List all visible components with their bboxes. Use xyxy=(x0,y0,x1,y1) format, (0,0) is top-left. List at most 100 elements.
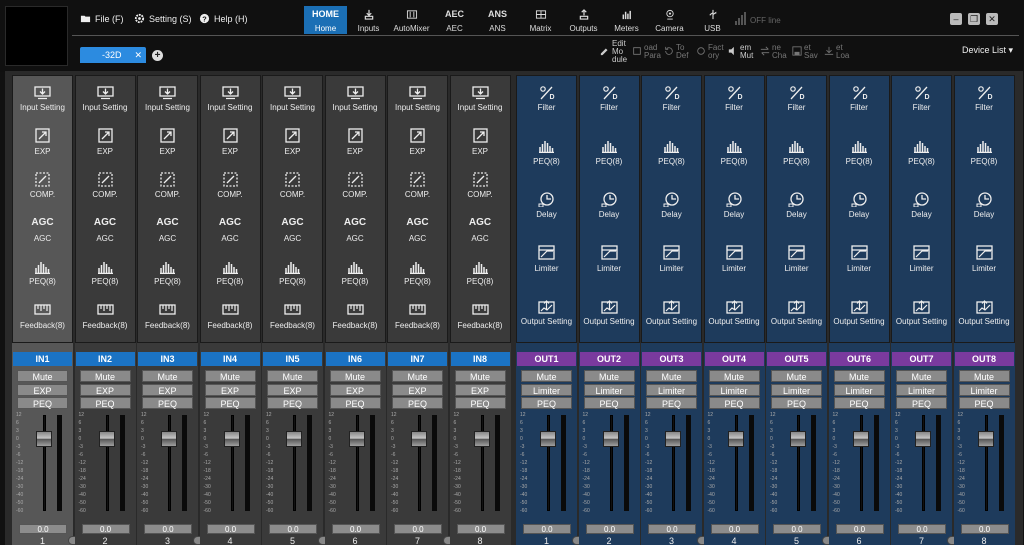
expbutton[interactable]: EXP xyxy=(138,128,197,156)
menu-setting[interactable]: Setting (S) xyxy=(134,13,192,24)
expbutton[interactable]: EXP xyxy=(13,128,72,156)
fader-track[interactable] xyxy=(547,415,550,511)
fader[interactable]: 12 6 3 0 -3 -6 -12 -18 -24 -30 -40 -50 -60 xyxy=(517,409,576,521)
limiterbutton[interactable]: Limiter xyxy=(517,245,576,273)
channel-name[interactable]: IN5 xyxy=(263,352,322,366)
channel-name[interactable]: OUT8 xyxy=(954,352,1014,366)
fader-knob[interactable] xyxy=(223,431,240,447)
exp-toggle[interactable]: EXP xyxy=(142,383,193,396)
mute-toggle[interactable]: Mute xyxy=(392,370,443,382)
nav-matrix-button[interactable]: Matrix xyxy=(519,6,562,34)
peq-toggle[interactable]: PEQ xyxy=(267,397,318,409)
channel-name[interactable]: IN6 xyxy=(325,352,385,366)
comp-button[interactable]: COMP. xyxy=(76,171,135,199)
channel-name[interactable]: OUT5 xyxy=(767,352,826,366)
fader-track[interactable] xyxy=(418,415,421,511)
toolbar-button-1[interactable]: Edit Mo dule xyxy=(600,38,632,66)
expbutton[interactable]: EXP xyxy=(76,128,135,156)
minimize-button[interactable]: – xyxy=(950,13,962,25)
fader-track[interactable] xyxy=(859,415,863,511)
toolbar-button-3[interactable]: To Def xyxy=(664,38,696,66)
channel-name[interactable]: OUT6 xyxy=(829,352,889,366)
fader-track[interactable] xyxy=(734,415,738,511)
peq-8-button[interactable]: PEQ(8) xyxy=(326,258,385,286)
gain-value[interactable]: 0.0 xyxy=(19,524,67,534)
toolbar-button-4[interactable]: Fact ory xyxy=(696,38,728,66)
output-settingbutton[interactable]: Output Setting xyxy=(580,298,639,326)
limiterbutton[interactable]: Limiter xyxy=(767,245,826,273)
mute-toggle[interactable]: Mute xyxy=(204,370,256,382)
peq-8-button[interactable]: PEQ(8) xyxy=(892,138,951,166)
nav-ans-button[interactable]: ANS ANS xyxy=(476,6,519,34)
exp-toggle[interactable]: EXP xyxy=(454,383,506,396)
peq-8-button[interactable]: PEQ(8) xyxy=(201,258,260,286)
limiter-toggle[interactable]: Limiter xyxy=(708,383,760,396)
toolbar-button-7[interactable]: et Sav xyxy=(792,38,824,66)
gain-value[interactable]: 0.0 xyxy=(585,524,634,534)
close-tab-icon[interactable]: ✕ xyxy=(134,50,142,61)
fader-knob[interactable] xyxy=(915,431,931,447)
fader-knob[interactable] xyxy=(36,431,52,447)
peq-8-button[interactable]: PEQ(8) xyxy=(451,258,510,286)
nav-automixer-button[interactable]: AutoMixer xyxy=(390,6,433,34)
delaybutton[interactable]: Delay xyxy=(767,191,826,219)
output-settingbutton[interactable]: Output Setting xyxy=(517,298,576,326)
fader-track[interactable] xyxy=(293,415,296,511)
channel-name[interactable]: IN4 xyxy=(200,352,260,366)
agcbutton[interactable]: AGC AGC xyxy=(388,215,447,243)
output-settingbutton[interactable]: Output Setting xyxy=(830,298,889,326)
gain-value[interactable]: 0.0 xyxy=(394,524,442,534)
nav-meters-button[interactable]: Meters xyxy=(605,6,648,34)
filterbutton[interactable]: D Filter xyxy=(580,84,639,112)
close-button[interactable]: ✕ xyxy=(986,13,998,25)
limiterbutton[interactable]: Limiter xyxy=(705,245,764,273)
input-settingbutton[interactable]: Input Setting xyxy=(451,84,510,112)
delaybutton[interactable]: Delay xyxy=(892,191,951,219)
toolbar-button-2[interactable]: oad Para xyxy=(632,38,664,66)
peq-toggle[interactable]: PEQ xyxy=(142,397,193,409)
fader[interactable]: 12 6 3 0 -3 -6 -12 -18 -24 -30 -40 -50 -60 xyxy=(263,409,322,521)
fader-track[interactable] xyxy=(480,415,484,511)
fader[interactable]: 12 6 3 0 -3 -6 -12 -18 -24 -30 -40 -50 -60 xyxy=(451,409,510,521)
fader-knob[interactable] xyxy=(473,431,490,447)
agcbutton[interactable]: AGC AGC xyxy=(138,215,197,243)
output-settingbutton[interactable]: Output Setting xyxy=(705,298,764,326)
feedback-8-button[interactable]: Feedback(8) xyxy=(388,302,447,330)
expbutton[interactable]: EXP xyxy=(263,128,322,156)
filterbutton[interactable]: D Filter xyxy=(517,84,576,112)
menu-file[interactable]: File (F) xyxy=(80,13,124,24)
gain-value[interactable]: 0.0 xyxy=(331,524,380,534)
fader[interactable]: 12 6 3 0 -3 -6 -12 -18 -24 -30 -40 -50 -60 xyxy=(955,409,1014,521)
comp-button[interactable]: COMP. xyxy=(326,171,385,199)
filterbutton[interactable]: D Filter xyxy=(767,84,826,112)
agcbutton[interactable]: AGC AGC xyxy=(76,215,135,243)
fader-knob[interactable] xyxy=(98,431,115,447)
exp-toggle[interactable]: EXP xyxy=(267,383,318,396)
output-settingbutton[interactable]: Output Setting xyxy=(955,298,1014,326)
fader-knob[interactable] xyxy=(540,431,556,447)
delaybutton[interactable]: Delay xyxy=(580,191,639,219)
mute-toggle[interactable]: Mute xyxy=(521,370,572,382)
limiter-toggle[interactable]: Limiter xyxy=(646,383,697,396)
peq-8-button[interactable]: PEQ(8) xyxy=(13,258,72,286)
nav-usb-button[interactable]: USB xyxy=(691,6,734,34)
limiterbutton[interactable]: Limiter xyxy=(642,245,701,273)
fader[interactable]: 12 6 3 0 -3 -6 -12 -18 -24 -30 -40 -50 -60 xyxy=(642,409,701,521)
delaybutton[interactable]: Delay xyxy=(830,191,889,219)
feedback-8-button[interactable]: Feedback(8) xyxy=(138,302,197,330)
mute-toggle[interactable]: Mute xyxy=(329,370,381,382)
mute-toggle[interactable]: Mute xyxy=(646,370,697,382)
peq-toggle[interactable]: PEQ xyxy=(17,397,68,409)
gain-value[interactable]: 0.0 xyxy=(456,524,505,534)
gain-value[interactable]: 0.0 xyxy=(960,524,1009,534)
fader-knob[interactable] xyxy=(286,431,302,447)
limiterbutton[interactable]: Limiter xyxy=(892,245,951,273)
exp-toggle[interactable]: EXP xyxy=(329,383,381,396)
limiter-toggle[interactable]: Limiter xyxy=(521,383,572,396)
fader[interactable]: 12 6 3 0 -3 -6 -12 -18 -24 -30 -40 -50 -60 xyxy=(138,409,197,521)
menu-help[interactable]: ? Help (H) xyxy=(199,13,248,24)
fader-knob[interactable] xyxy=(790,431,806,447)
add-tab-button[interactable]: + xyxy=(152,50,163,61)
feedback-8-button[interactable]: Feedback(8) xyxy=(326,302,385,330)
peq-toggle[interactable]: PEQ xyxy=(79,397,131,409)
